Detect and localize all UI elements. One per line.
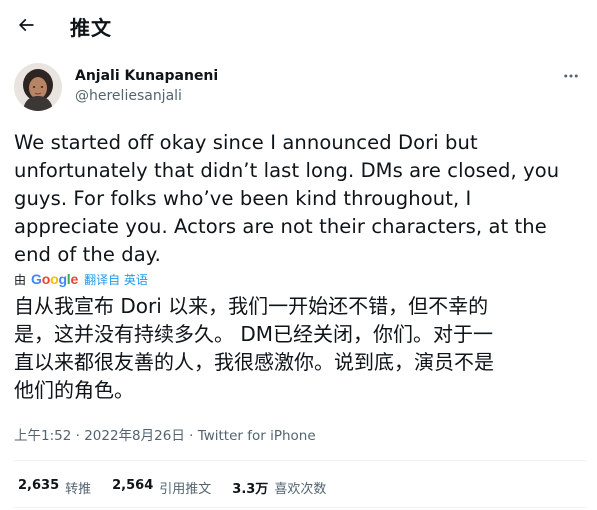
more-options-button[interactable]: [560, 65, 582, 87]
tweet-stats: 2,635 转推 2,564 引用推文 3.3万 喜欢次数: [18, 478, 347, 497]
divider: [14, 460, 586, 461]
avatar[interactable]: [14, 63, 62, 111]
translated-from-link[interactable]: 翻译自 英语: [84, 271, 148, 288]
author-handle[interactable]: @hereliesanjali: [75, 88, 182, 104]
tweet-text: We started off okay since I announced Do…: [14, 131, 560, 266]
translated-text: 自从我宣布 Dori 以来，我们一开始还不错，但不幸的 是，这并没有持续多久。 …: [14, 294, 494, 402]
tweet-timestamp[interactable]: 上午1:52 · 2022年8月26日: [14, 428, 185, 444]
translated-by-label: 由: [14, 272, 27, 287]
author-name[interactable]: Anjali Kunapaneni: [75, 68, 218, 84]
back-button[interactable]: [9, 8, 43, 42]
google-logo: Google: [31, 271, 79, 287]
retweets-count: 2,635: [18, 478, 60, 493]
meta-separator: ·: [184, 428, 198, 444]
page-title: 推文: [70, 16, 112, 40]
page-header: 推文: [0, 0, 597, 53]
quotes-label: 引用推文: [159, 482, 212, 497]
arrow-left-icon: [18, 18, 34, 32]
more-horizontal-icon: [564, 74, 578, 78]
likes-count: 3.3万: [232, 482, 269, 497]
likes-label: 喜欢次数: [274, 482, 327, 497]
quotes-stat[interactable]: 2,564 引用推文: [112, 478, 211, 497]
likes-stat[interactable]: 3.3万 喜欢次数: [232, 478, 326, 497]
quotes-count: 2,564: [112, 478, 154, 493]
tweet-meta: 上午1:52 · 2022年8月26日 · Twitter for iPhone: [14, 424, 316, 444]
retweets-stat[interactable]: 2,635 转推: [18, 478, 91, 497]
divider: [14, 507, 586, 508]
tweet-source[interactable]: Twitter for iPhone: [198, 428, 316, 444]
retweets-label: 转推: [65, 482, 92, 497]
translation-attribution: 由 Google 翻译自 英语: [14, 269, 148, 289]
tweet-author: Anjali Kunapaneni @hereliesanjali: [14, 63, 584, 113]
user-avatar-icon: [14, 63, 62, 111]
